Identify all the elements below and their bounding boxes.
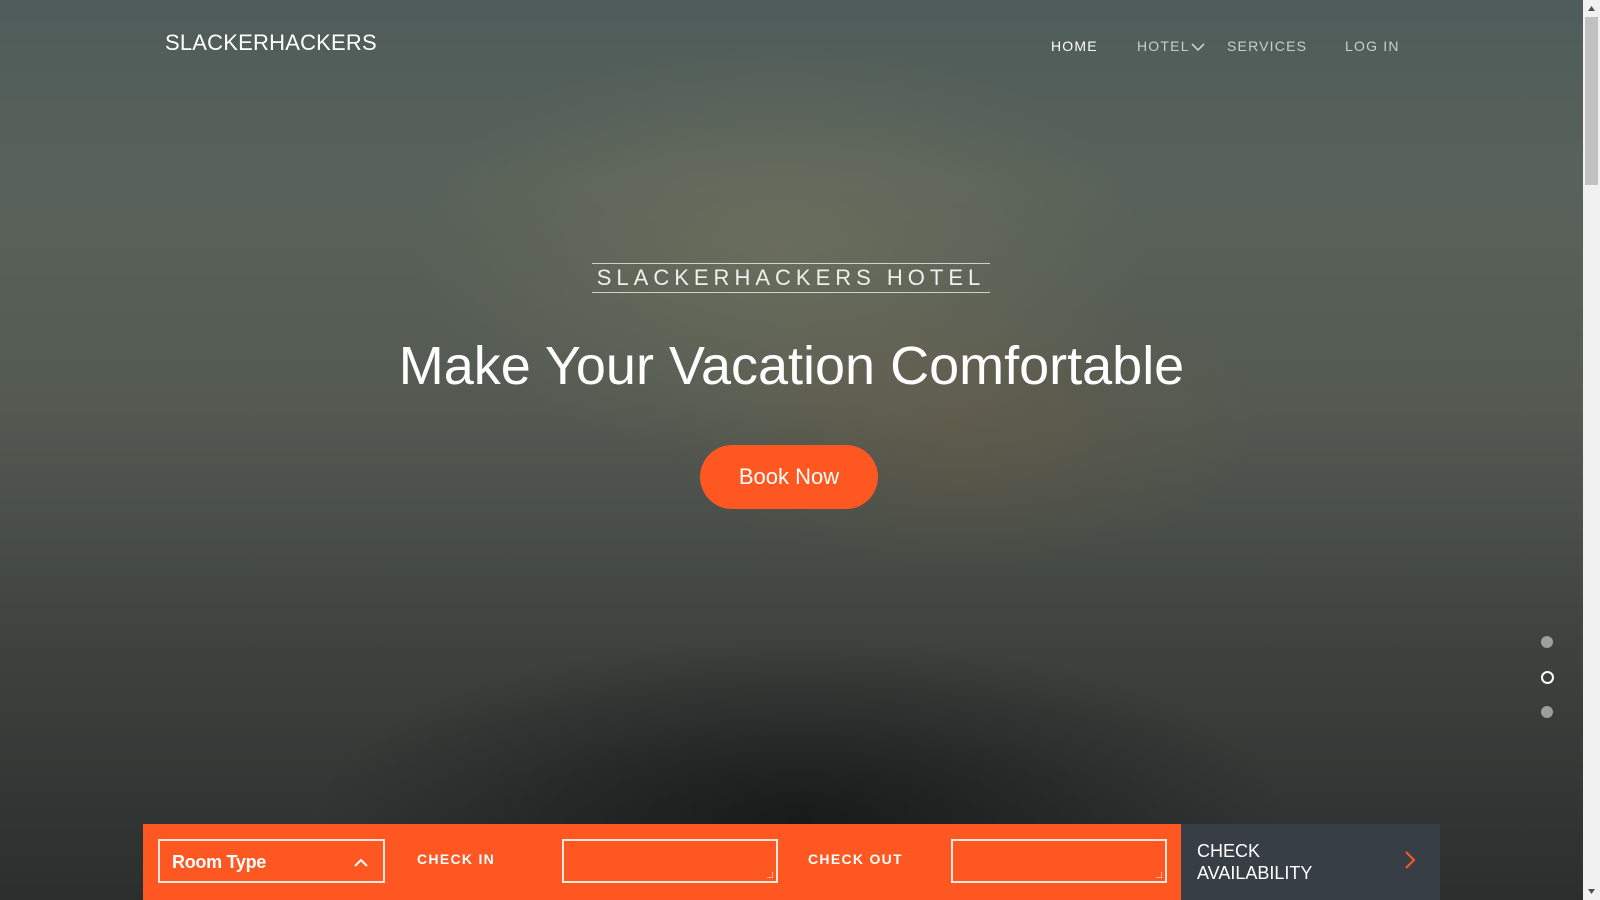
nav-item-services[interactable]: SERVICES — [1227, 38, 1307, 54]
scroll-down-icon[interactable] — [1587, 887, 1596, 896]
main-nav: HOME HOTEL SERVICES LOG IN — [0, 38, 1583, 58]
slide-dot-3[interactable] — [1541, 706, 1553, 718]
booking-bar: Room Type CHECK IN CHECK OUT CHECK AVAIL… — [143, 824, 1440, 900]
resize-handle-icon — [767, 872, 773, 878]
check-in-field[interactable] — [562, 839, 778, 883]
scroll-up-icon[interactable] — [1587, 4, 1596, 13]
check-out-label: CHECK OUT — [808, 851, 903, 867]
chevron-down-icon — [1191, 43, 1205, 52]
nav-item-home[interactable]: HOME — [1051, 38, 1098, 54]
chevron-up-icon — [354, 858, 368, 867]
hero-headline: Make Your Vacation Comfortable — [398, 336, 1185, 396]
nav-item-hotel-label: HOTEL — [1137, 38, 1190, 54]
room-type-select[interactable]: Room Type — [158, 839, 385, 883]
scrollbar-thumb[interactable] — [1585, 17, 1598, 185]
check-out-field[interactable] — [951, 839, 1167, 883]
book-now-button[interactable]: Book Now — [700, 445, 878, 509]
slide-dot-2-active[interactable] — [1541, 671, 1554, 684]
nav-item-hotel[interactable]: HOTEL — [1137, 38, 1205, 54]
slide-dot-1[interactable] — [1541, 636, 1553, 648]
page-scrollbar[interactable] — [1583, 0, 1600, 900]
room-type-label: Room Type — [172, 852, 266, 872]
resize-handle-icon — [1156, 872, 1162, 878]
nav-item-login[interactable]: LOG IN — [1345, 38, 1400, 54]
check-availability-button[interactable]: CHECK AVAILABILITY — [1181, 824, 1440, 900]
check-availability-label: CHECK AVAILABILITY — [1197, 841, 1313, 883]
chevron-right-icon — [1405, 851, 1416, 869]
hero-section: SLACKERHACKERS HOME HOTEL SERVICES LOG I… — [0, 0, 1583, 900]
check-in-label: CHECK IN — [417, 851, 496, 867]
hero-eyebrow: SLACKERHACKERS HOTEL — [592, 263, 990, 293]
